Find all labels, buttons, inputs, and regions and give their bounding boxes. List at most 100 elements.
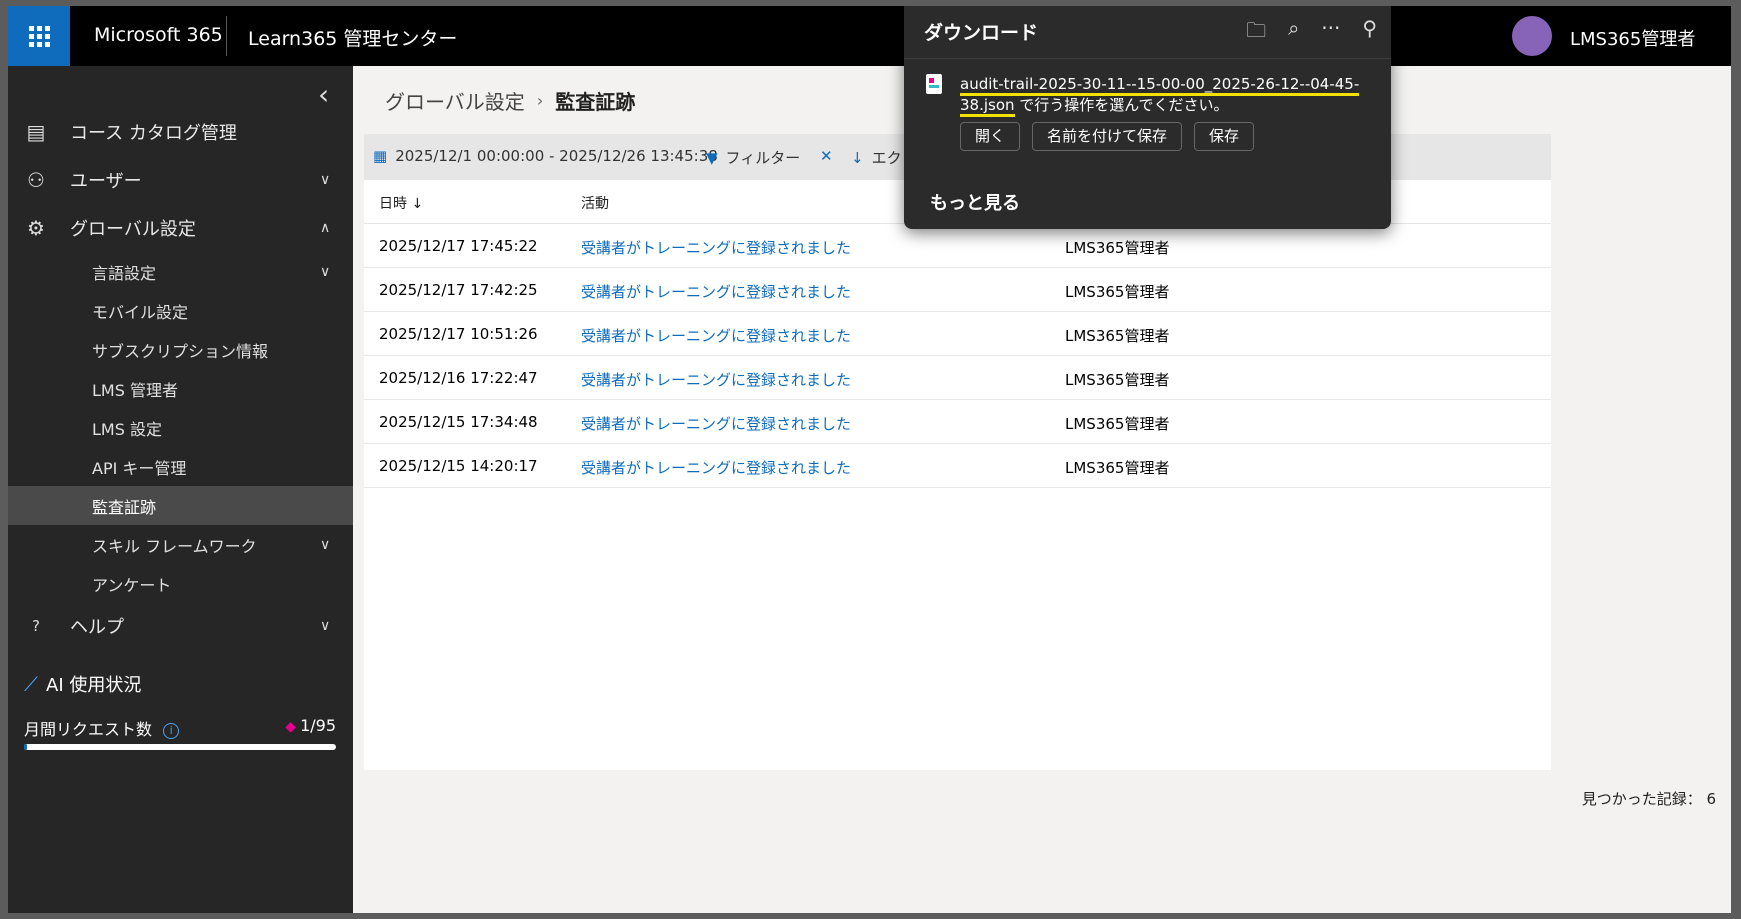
breadcrumb: グローバル設定 › 監査証跡	[385, 86, 635, 115]
row-datetime: 2025/12/15 17:34:48	[379, 413, 538, 431]
app-name[interactable]: Learn365 管理センター	[248, 24, 457, 51]
sidebar-subitem-mobile[interactable]: モバイル設定	[8, 291, 353, 330]
page-title: 監査証跡	[555, 90, 636, 114]
sidebar-subitem-skill-framework[interactable]: スキル フレームワーク ∨	[8, 525, 353, 564]
header-divider	[226, 16, 227, 56]
open-button[interactable]: 開く	[960, 122, 1021, 151]
row-datetime: 2025/12/16 17:22:47	[379, 369, 538, 387]
chevron-down-icon: ∨	[320, 263, 331, 280]
chevron-down-icon: ∨	[320, 172, 331, 188]
filter-button[interactable]: ▼ フィルター	[706, 147, 800, 168]
table-row: 2025/12/17 17:45:22 受講者がトレーニングに登録されました L…	[364, 224, 1551, 268]
save-as-button[interactable]: 名前を付けて保存	[1032, 122, 1183, 151]
info-icon[interactable]: i	[163, 722, 180, 739]
download-icon: ↓	[851, 148, 864, 167]
user-name[interactable]: LMS365管理者	[1570, 25, 1695, 51]
calendar-icon: ▦	[373, 147, 388, 165]
sidebar-item-label: コース カタログ管理	[70, 123, 237, 144]
sidebar-subitem-label: スキル フレームワーク	[92, 536, 257, 556]
more-options-icon[interactable]: ···	[1321, 16, 1340, 50]
help-icon: ?	[32, 617, 40, 635]
waffle-icon	[28, 25, 50, 47]
table-row: 2025/12/15 14:20:17 受講者がトレーニングに登録されました L…	[364, 444, 1551, 488]
ai-monthly-requests: 月間リクエスト数 i ◆ 1/95	[24, 716, 336, 740]
download-panel-title: ダウンロード	[924, 22, 1039, 44]
top-bar: Microsoft 365 Learn365 管理センター LMS365管理者	[8, 6, 1731, 66]
column-header-datetime[interactable]: 日時 ↓	[379, 193, 423, 213]
date-range-picker[interactable]: ▦ 2025/12/1 00:00:00 - 2025/12/26 13:45:…	[373, 147, 718, 165]
save-button[interactable]: 保存	[1194, 122, 1255, 151]
collapse-sidebar-icon[interactable]: ‹	[318, 78, 329, 111]
sidebar-subitem-label: サブスクリプション情報	[92, 341, 269, 361]
sidebar-subitem-label: LMS 管理者	[92, 380, 178, 400]
search-icon[interactable]: ⌕	[1288, 16, 1299, 50]
magic-wand-icon: ⟋	[24, 672, 38, 696]
download-panel-divider	[904, 58, 1391, 59]
table-row: 2025/12/16 17:22:47 受講者がトレーニングに登録されました L…	[364, 356, 1551, 400]
sidebar-item-course-catalog[interactable]: ▤ コース カタログ管理	[8, 112, 353, 152]
sidebar-subitem-label: API キー管理	[92, 458, 187, 478]
row-user: LMS365管理者	[1065, 459, 1170, 477]
ai-usage-progress-fill	[24, 744, 28, 750]
app-window: Microsoft 365 Learn365 管理センター LMS365管理者 …	[8, 6, 1731, 913]
file-icon	[926, 74, 942, 94]
brand-name[interactable]: Microsoft 365	[94, 24, 223, 46]
catalog-icon: ▤	[26, 120, 46, 144]
row-user: LMS365管理者	[1065, 283, 1170, 301]
filter-icon: ▼	[706, 148, 718, 167]
chevron-right-icon: ›	[536, 91, 544, 110]
sidebar: ‹ ▤ コース カタログ管理 ⚇ ユーザー ∨ ⚙ グローバル設定 ∧ 言語設定…	[8, 66, 353, 913]
chevron-up-icon: ∧	[320, 220, 331, 236]
sidebar-item-help[interactable]: ? ヘルプ ∨	[8, 606, 353, 646]
row-user: LMS365管理者	[1065, 371, 1170, 389]
app-launcher-button[interactable]	[8, 6, 70, 66]
request-count-value: 1/95	[300, 716, 336, 735]
see-more-link[interactable]: もっと見る	[930, 189, 1020, 215]
sidebar-subitem-audit-trail[interactable]: 監査証跡	[8, 486, 353, 525]
table-row: 2025/12/17 17:42:25 受講者がトレーニングに登録されました L…	[364, 268, 1551, 312]
download-panel-actions: 🗀 ⌕ ··· ⚲	[1246, 16, 1377, 50]
sidebar-subitem-lms-settings[interactable]: LMS 設定	[8, 408, 353, 447]
row-activity-link[interactable]: 受講者がトレーニングに登録されました	[581, 237, 851, 258]
row-datetime: 2025/12/15 14:20:17	[379, 457, 538, 475]
gear-icon: ⚙	[27, 216, 45, 240]
export-button[interactable]: ↓ エク	[851, 147, 902, 168]
download-prompt-text: で行う操作を選んでください。	[1014, 96, 1229, 114]
row-activity-link[interactable]: 受講者がトレーニングに登録されました	[581, 457, 851, 478]
avatar[interactable]	[1512, 16, 1552, 56]
sidebar-subitem-label: アンケート	[92, 575, 172, 595]
sidebar-item-label: グローバル設定	[70, 219, 196, 240]
ai-usage-title-text: AI 使用状況	[46, 675, 142, 696]
chevron-down-icon: ∨	[320, 618, 331, 634]
clear-filter-button[interactable]: ✕	[820, 147, 833, 165]
pin-icon[interactable]: ⚲	[1362, 16, 1377, 50]
row-user: LMS365管理者	[1065, 239, 1170, 257]
row-activity-link[interactable]: 受講者がトレーニングに登録されました	[581, 281, 851, 302]
column-header-activity[interactable]: 活動	[581, 193, 609, 213]
sidebar-item-users[interactable]: ⚇ ユーザー ∨	[8, 160, 353, 200]
sidebar-item-global-settings[interactable]: ⚙ グローバル設定 ∧	[8, 208, 353, 248]
row-activity-link[interactable]: 受講者がトレーニングに登録されました	[581, 413, 851, 434]
sidebar-subitem-lms-admins[interactable]: LMS 管理者	[8, 369, 353, 408]
sidebar-subitem-label: モバイル設定	[92, 302, 189, 322]
sort-down-icon: ↓	[411, 196, 424, 212]
row-datetime: 2025/12/17 17:42:25	[379, 281, 538, 299]
monthly-requests-label: 月間リクエスト数	[24, 720, 153, 739]
request-count: ◆ 1/95	[285, 716, 336, 735]
date-range-text: 2025/12/1 00:00:00 - 2025/12/26 13:45:38	[395, 147, 718, 165]
sidebar-subitem-language[interactable]: 言語設定 ∨	[8, 252, 353, 291]
sidebar-subitem-api-keys[interactable]: API キー管理	[8, 447, 353, 486]
row-datetime: 2025/12/17 10:51:26	[379, 325, 538, 343]
ai-usage-title: ⟋ AI 使用状況	[24, 671, 141, 697]
download-buttons: 開く 名前を付けて保存 保存	[960, 122, 1255, 151]
audit-table: 日時 ↓ 活動 2025/12/17 17:45:22 受講者がトレーニングに登…	[364, 180, 1551, 770]
sidebar-subitem-subscription[interactable]: サブスクリプション情報	[8, 330, 353, 369]
row-activity-link[interactable]: 受講者がトレーニングに登録されました	[581, 369, 851, 390]
sidebar-item-label: ユーザー	[70, 171, 142, 192]
row-activity-link[interactable]: 受講者がトレーニングに登録されました	[581, 325, 851, 346]
users-icon: ⚇	[27, 168, 45, 192]
folder-icon[interactable]: 🗀	[1246, 16, 1266, 50]
breadcrumb-parent[interactable]: グローバル設定	[385, 86, 525, 115]
row-user: LMS365管理者	[1065, 327, 1170, 345]
sidebar-subitem-survey[interactable]: アンケート	[8, 564, 353, 603]
